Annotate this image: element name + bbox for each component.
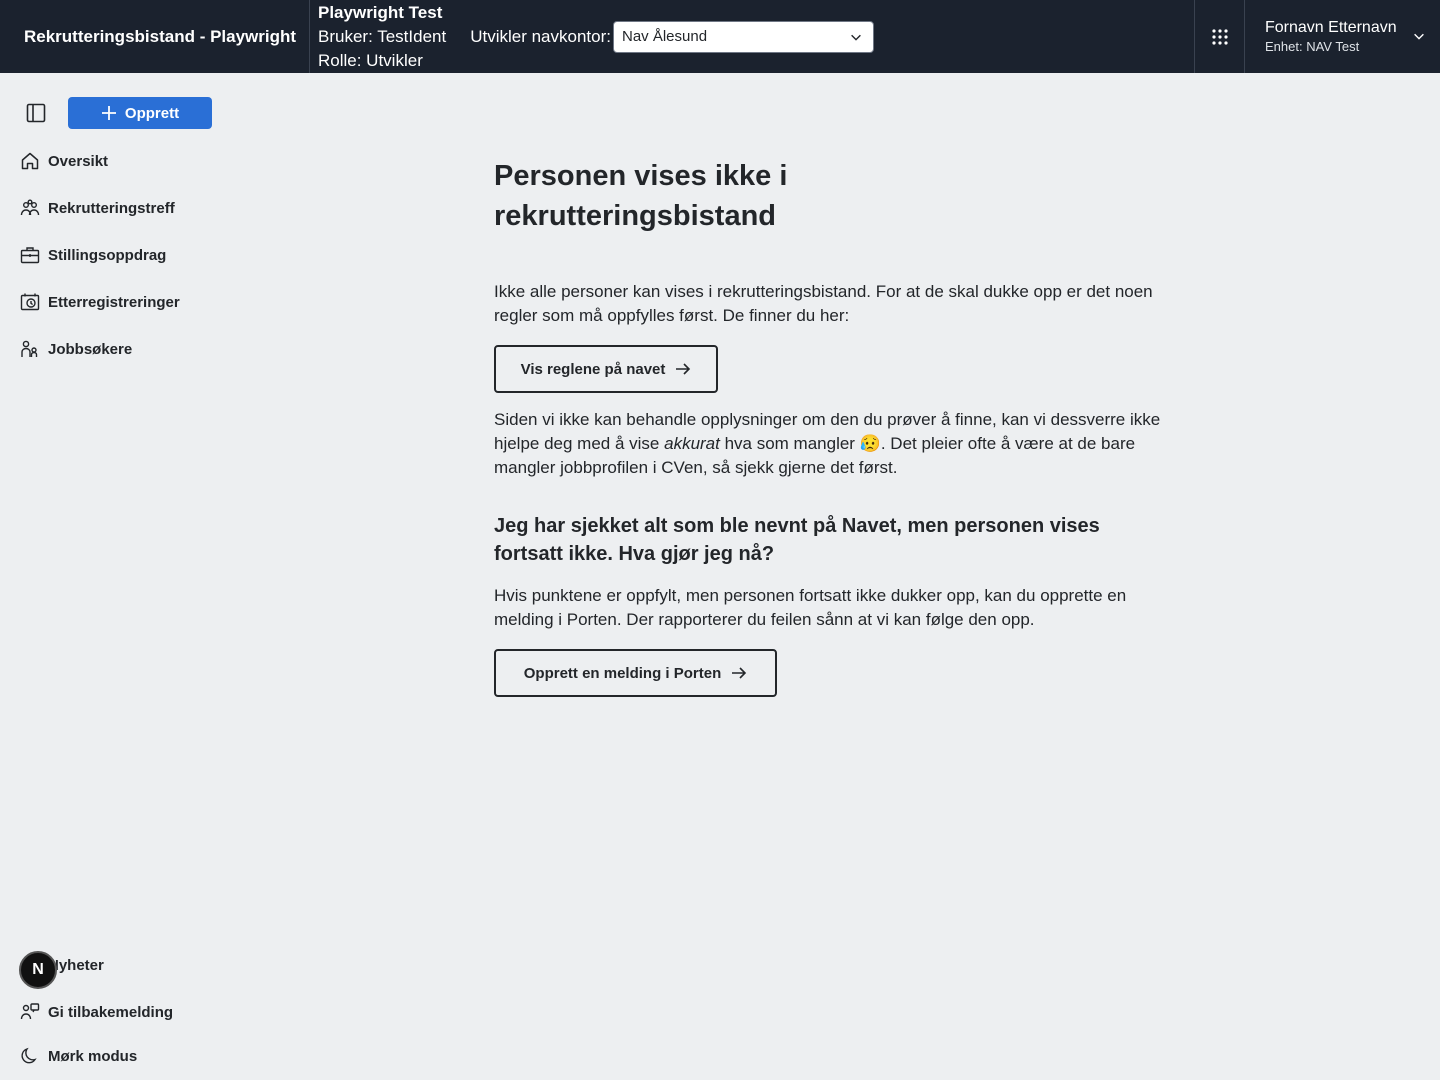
dev-info-panel: Playwright Test Bruker: TestIdent Rolle:… bbox=[310, 0, 1194, 73]
navkontor-label: Utvikler navkontor: bbox=[470, 26, 611, 46]
house-icon bbox=[21, 152, 39, 170]
section-heading: Jeg har sjekket alt som ble nevnt på Nav… bbox=[494, 515, 1100, 565]
user-menu-button[interactable]: Fornavn Etternavn Enhet: NAV Test bbox=[1244, 0, 1440, 73]
sidebar-item-etterregistreringer[interactable]: Etterregistreringer bbox=[20, 292, 180, 312]
sidebar-item-mork-modus[interactable]: Mørk modus bbox=[20, 1046, 137, 1066]
sidebar-item-stillingsoppdrag[interactable]: Stillingsoppdrag bbox=[20, 245, 166, 265]
arrow-right-icon bbox=[676, 363, 691, 375]
top-header: Rekrutteringsbistand - Playwright Playwr… bbox=[0, 0, 1440, 73]
dev-user: Bruker: TestIdent bbox=[318, 26, 447, 46]
chevron-down-icon bbox=[1414, 33, 1424, 40]
navkontor-select[interactable]: Nav Ålesund bbox=[612, 20, 874, 53]
app-title[interactable]: Rekrutteringsbistand - Playwright bbox=[0, 0, 310, 73]
user-name: Fornavn Etternavn bbox=[1265, 18, 1397, 36]
navkontor-value: Nav Ålesund bbox=[621, 28, 708, 45]
sidebar-toggle-icon[interactable] bbox=[26, 103, 46, 123]
apps-menu-button[interactable] bbox=[1194, 0, 1244, 73]
porten-button-label: Opprett en melding i Porten bbox=[523, 664, 722, 682]
sidebar: Opprett Oversikt Rekrutteringstreff Stil… bbox=[0, 73, 240, 1080]
sidebar-item-jobbsokere[interactable]: Jobbsøkere bbox=[20, 339, 132, 359]
sidebar-item-label: Stillingsoppdrag bbox=[48, 246, 167, 264]
sidebar-item-oversikt[interactable]: Oversikt bbox=[20, 151, 108, 171]
sidebar-item-label: Etterregistreringer bbox=[48, 293, 180, 311]
history-icon bbox=[20, 293, 40, 311]
create-button-label: Opprett bbox=[124, 104, 180, 122]
sidebar-item-label: Oversikt bbox=[48, 152, 109, 170]
dev-name: Playwright Test bbox=[318, 2, 443, 22]
person-group-icon bbox=[21, 340, 38, 357]
sidebar-item-label: Mørk modus bbox=[48, 1047, 138, 1065]
info-text-emphasis: akkurat bbox=[664, 434, 720, 453]
intro-text: Ikke alle personer kan vises i rekrutter… bbox=[494, 282, 1153, 325]
plus-icon bbox=[101, 106, 116, 120]
porten-link-button[interactable]: Opprett en melding i Porten bbox=[494, 649, 777, 697]
sidebar-item-label: Gi tilbakemelding bbox=[48, 1003, 174, 1021]
navkontor-selector: Utvikler navkontor: Nav Ålesund bbox=[470, 20, 874, 53]
sidebar-item-label: Rekrutteringstreff bbox=[48, 199, 175, 217]
arrow-right-icon bbox=[732, 667, 747, 679]
grid-icon bbox=[1211, 28, 1228, 45]
user-unit: Enhet: NAV Test bbox=[1265, 38, 1360, 54]
dev-tools-avatar[interactable]: N bbox=[19, 951, 57, 989]
moon-icon bbox=[21, 1047, 37, 1064]
dev-role: Rolle: Utvikler bbox=[318, 50, 423, 70]
sidebar-item-tilbakemelding[interactable]: Gi tilbakemelding bbox=[20, 1002, 173, 1022]
people-icon bbox=[20, 199, 40, 216]
porten-text: Hvis punktene er oppfylt, men personen f… bbox=[494, 586, 1127, 629]
rules-button-label: Vis reglene på navet bbox=[520, 360, 666, 378]
sidebar-item-label: Jobbsøkere bbox=[48, 340, 133, 358]
page-title: Personen vises ikke i rekrutteringsbista… bbox=[494, 160, 788, 232]
sidebar-item-rekrutteringstreff[interactable]: Rekrutteringstreff bbox=[20, 198, 175, 218]
chevron-down-icon bbox=[851, 34, 861, 41]
feedback-icon bbox=[20, 1003, 40, 1020]
create-button[interactable]: Opprett bbox=[68, 97, 212, 129]
rules-link-button[interactable]: Vis reglene på navet bbox=[494, 345, 718, 393]
info-text: Siden vi ikke kan behandle opplysninger … bbox=[494, 408, 1174, 480]
briefcase-icon bbox=[20, 247, 40, 264]
